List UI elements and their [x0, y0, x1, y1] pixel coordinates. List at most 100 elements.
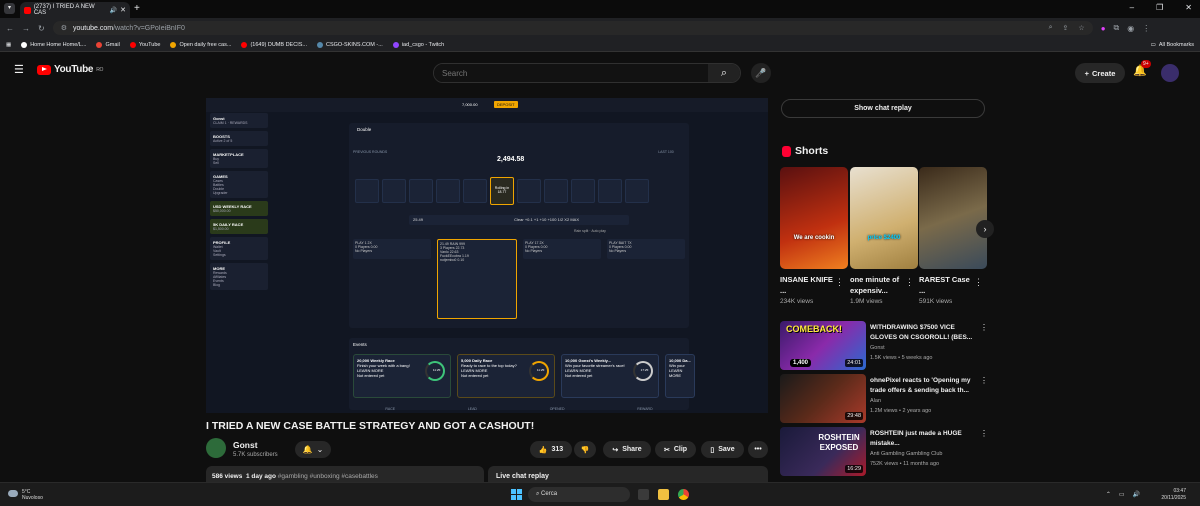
voice-search-icon[interactable]: 🎤	[751, 63, 771, 83]
reload-icon[interactable]: ↻	[38, 24, 45, 33]
shorts-icon	[782, 145, 791, 157]
short-thumbnail[interactable]: price $2400	[850, 167, 918, 269]
all-bookmarks[interactable]: ▭ All Bookmarks	[1151, 42, 1194, 48]
like-button[interactable]: 👍 313	[530, 441, 572, 458]
channel-name[interactable]: Gonst	[233, 440, 258, 450]
site-info-icon[interactable]: ⚙	[61, 24, 67, 32]
search-input[interactable]	[434, 64, 708, 82]
show-chat-replay-button[interactable]: Show chat replay	[781, 99, 985, 118]
search-icon[interactable]: ⌕	[708, 64, 740, 82]
game-balance: 7,000.00	[462, 102, 478, 107]
create-button[interactable]: + Create	[1075, 63, 1125, 83]
bookmark-item[interactable]: Open daily free cas...	[170, 41, 231, 48]
share-button[interactable]: ↪ Share	[603, 441, 651, 458]
extension-icon[interactable]: ●	[1101, 24, 1106, 33]
bookmark-item[interactable]: CSGO-SKINS.COM -...	[316, 41, 383, 48]
more-options-icon[interactable]: ⋮	[980, 376, 988, 385]
youtube-logo[interactable]: YouTube RO	[37, 64, 103, 75]
clock[interactable]: 03:47 20/11/2025	[1161, 488, 1186, 502]
avatar[interactable]	[1161, 64, 1179, 82]
browser-tab[interactable]: (2737) I TRIED A NEW CAS 🔊 ✕	[20, 2, 130, 18]
search-box: ⌕	[433, 63, 741, 83]
cloud-icon	[8, 490, 18, 497]
short-title[interactable]: one minute of expensiv...	[850, 274, 905, 296]
tab-search-button[interactable]: ▾	[4, 3, 15, 14]
recommended-video[interactable]: ROSHTEIN EXPOSED 16:29 ROSHTEIN just mad…	[780, 427, 994, 477]
short-views: 591K views	[919, 298, 953, 305]
video-meta: 1.2M views • 2 years ago	[870, 408, 932, 414]
more-options-icon[interactable]: ⋮	[980, 429, 988, 438]
video-thumbnail[interactable]: ROSHTEIN EXPOSED 16:29	[780, 427, 866, 476]
bookmark-star-icon[interactable]: ☆	[1078, 24, 1084, 32]
back-icon[interactable]: ←	[6, 24, 14, 33]
more-options-icon[interactable]: ⋮	[980, 323, 988, 332]
video-player[interactable]: 7,000.00 DEPOSIT Gonst CLAIM 1 · REWARDS …	[206, 98, 768, 413]
extensions-puzzle-icon[interactable]: ⧉	[1114, 23, 1120, 33]
subscriber-count: 5.7K subscribers	[233, 452, 278, 458]
video-thumbnail[interactable]: COMEBACK! 1,400 24:01	[780, 321, 866, 370]
chrome-icon[interactable]	[678, 489, 689, 500]
short-menu-icon[interactable]: ⋮	[905, 277, 914, 288]
video-title[interactable]: WITHDRAWING $7500 VICE GLOVES ON CSGOROL…	[870, 323, 982, 342]
notification-badge: 9+	[1141, 60, 1151, 68]
task-view-icon[interactable]	[638, 489, 649, 500]
shorts-heading: Shorts	[782, 145, 828, 157]
youtube-favicon-icon	[24, 6, 31, 14]
share-icon: ↪	[612, 446, 619, 454]
channel-name[interactable]: Anti Gambling Gambling Club	[870, 451, 942, 457]
network-icon[interactable]: ▭	[1119, 491, 1125, 498]
short-menu-icon[interactable]: ⋮	[835, 277, 844, 288]
menu-icon[interactable]: ☰	[14, 63, 24, 76]
game-sidebar: Gonst CLAIM 1 · REWARDS BOOSTS Active 2 of…	[210, 113, 268, 405]
channel-name[interactable]: Alan	[870, 398, 881, 404]
bookmark-icon: ▯	[710, 446, 715, 454]
short-views: 234K views	[780, 298, 814, 305]
save-button[interactable]: ▯ Save	[701, 441, 744, 458]
apps-icon[interactable]: ▦	[6, 42, 11, 48]
minimize-icon[interactable]: –	[1130, 3, 1134, 12]
recommended-video[interactable]: COMEBACK! 1,400 24:01 WITHDRAWING $7500 …	[780, 321, 994, 371]
more-actions-button[interactable]: •••	[748, 441, 768, 458]
recommended-video[interactable]: 29:48 ohnePixel reacts to 'Opening my tr…	[780, 374, 994, 424]
video-title[interactable]: ohnePixel reacts to 'Opening my trade of…	[870, 376, 982, 395]
deposit-button: DEPOSIT	[494, 101, 518, 108]
bookmarks-bar: ▦ Home Home Home/L... Gmail YouTube Open…	[0, 38, 1200, 52]
bookmark-item[interactable]: (1649) DUMB DECIS...	[241, 41, 307, 48]
bookmark-item[interactable]: Gmail	[96, 41, 120, 48]
video-thumbnail[interactable]: 29:48	[780, 374, 866, 423]
thumbs-down-icon: 👎	[580, 446, 590, 454]
short-title[interactable]: RAREST Case ...	[919, 274, 974, 296]
zoom-icon[interactable]: ⌕	[1049, 24, 1053, 32]
short-thumbnail[interactable]	[919, 167, 987, 269]
maximize-icon[interactable]: ❐	[1156, 3, 1163, 12]
channel-name[interactable]: Gonst	[870, 345, 885, 351]
windows-start-icon[interactable]	[511, 489, 522, 500]
volume-icon[interactable]: 🔊	[1133, 491, 1140, 498]
file-explorer-icon[interactable]	[658, 489, 669, 500]
bookmark-item[interactable]: YouTube	[129, 41, 160, 48]
subscribed-button[interactable]: 🔔 ⌄	[295, 441, 331, 458]
window-close-icon[interactable]: ✕	[1185, 3, 1192, 12]
forward-icon[interactable]: →	[22, 24, 30, 33]
bookmark-item[interactable]: Home Home Home/L...	[21, 41, 86, 48]
weather-widget[interactable]: 5°C Nuvoloso	[8, 489, 43, 501]
profile-icon[interactable]: ◉	[1127, 24, 1134, 33]
tab-close-icon[interactable]: ✕	[120, 6, 126, 14]
omnibox[interactable]: ⚙ youtube.com/watch?v=GPoIeiBnIF0 ⌕ ⇪ ☆	[52, 21, 1093, 35]
new-tab-button[interactable]: +	[134, 3, 140, 14]
short-menu-icon[interactable]: ⋮	[974, 277, 983, 288]
bookmark-item[interactable]: iad_csgo - Twitch	[392, 41, 444, 48]
short-title[interactable]: INSANE KNIFE ...	[780, 274, 835, 296]
video-title: I TRIED A NEW CASE BATTLE STRATEGY AND G…	[206, 420, 535, 432]
dislike-button[interactable]: 👎	[574, 441, 596, 458]
share-page-icon[interactable]: ⇪	[1063, 24, 1069, 32]
channel-avatar[interactable]	[206, 438, 226, 458]
chevron-up-icon[interactable]: ⌃	[1106, 491, 1111, 498]
url-host: youtube.com	[72, 24, 114, 32]
shorts-next-icon[interactable]: ›	[976, 220, 994, 238]
video-title[interactable]: ROSHTEIN just made a HUGE mistake...	[870, 429, 982, 448]
chrome-menu-icon[interactable]: ⋮	[1142, 24, 1150, 33]
clip-button[interactable]: ✂ Clip	[655, 441, 696, 458]
taskbar-search[interactable]: ⌕ Cerca	[528, 487, 630, 502]
short-thumbnail[interactable]: We are cookin	[780, 167, 848, 269]
